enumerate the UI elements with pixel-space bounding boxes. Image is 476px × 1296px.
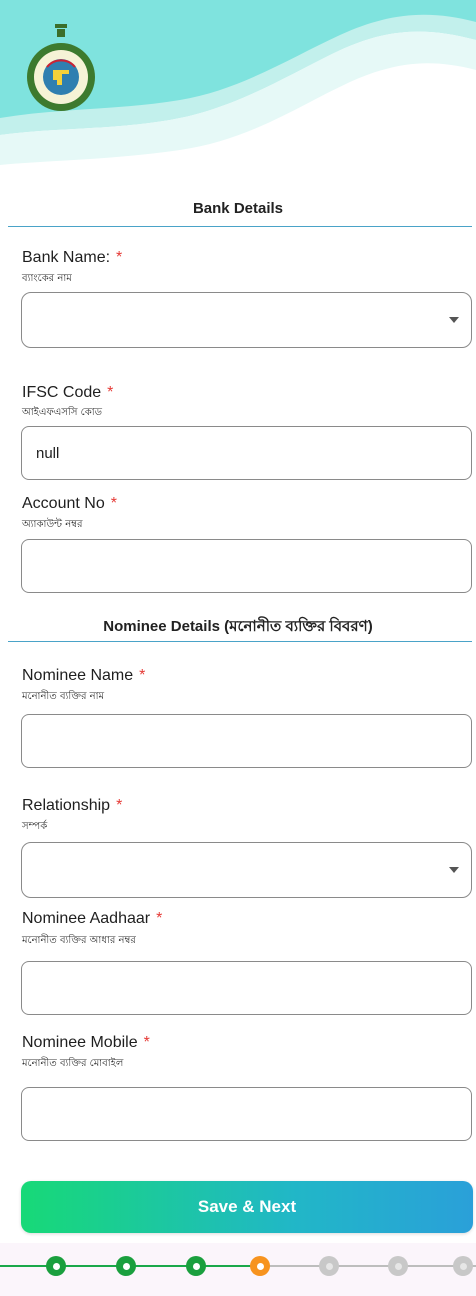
nominee-aadhaar-label: Nominee Aadhaar * (22, 910, 162, 928)
required-mark: * (116, 249, 123, 266)
ifsc-input[interactable]: null (21, 426, 472, 480)
account-no-label: Account No * (22, 495, 117, 513)
stepper-step-1 (46, 1256, 66, 1276)
bank-name-sublabel: ব্যাংকের নাম (22, 273, 72, 284)
section-divider (8, 641, 472, 642)
required-mark: * (156, 910, 163, 927)
stepper-step-3 (186, 1256, 206, 1276)
account-no-label-text: Account No (22, 495, 105, 512)
nominee-name-label: Nominee Name * (22, 667, 145, 685)
header-banner (0, 0, 476, 175)
stepper-step-2 (116, 1256, 136, 1276)
required-mark: * (110, 495, 117, 512)
nominee-name-label-text: Nominee Name (22, 667, 134, 684)
step-dot-icon (192, 1262, 200, 1270)
stepper-step-5 (319, 1256, 339, 1276)
west-bengal-emblem-icon (22, 22, 100, 114)
required-mark: * (107, 384, 114, 401)
relationship-label: Relationship * (22, 797, 122, 815)
ifsc-label: IFSC Code * (22, 384, 113, 402)
ifsc-sublabel: আইএফএসসি কোড (22, 407, 102, 418)
nominee-mobile-sublabel: মনোনীত ব্যক্তির মোবাইল (22, 1058, 124, 1069)
account-no-input[interactable] (21, 539, 472, 593)
nominee-aadhaar-label-text: Nominee Aadhaar (22, 910, 151, 927)
ifsc-value: null (36, 444, 60, 462)
dropdown-arrow-icon (449, 867, 459, 873)
ifsc-label-text: IFSC Code (22, 384, 102, 401)
dropdown-arrow-icon (449, 317, 459, 323)
nominee-name-input[interactable] (21, 714, 472, 768)
relationship-select[interactable] (21, 842, 472, 898)
save-next-button[interactable]: Save & Next (21, 1181, 473, 1233)
nominee-aadhaar-sublabel: মনোনীত ব্যক্তির আধার নম্বর (22, 935, 136, 946)
account-no-sublabel: অ্যাকাউন্ট নম্বর (22, 519, 83, 530)
nominee-name-sublabel: মনোনীত ব্যক্তির নাম (22, 691, 105, 702)
step-dot-icon (325, 1262, 333, 1270)
nominee-mobile-input[interactable] (21, 1087, 472, 1141)
step-dot-icon (122, 1262, 130, 1270)
stepper-line-pending (268, 1265, 476, 1267)
step-dot-icon (394, 1262, 402, 1270)
nominee-mobile-label-text: Nominee Mobile (22, 1034, 138, 1051)
stepper-step-4 (250, 1256, 270, 1276)
bank-name-label-text: Bank Name: (22, 249, 111, 266)
relationship-label-text: Relationship (22, 797, 111, 814)
required-mark: * (139, 667, 146, 684)
nominee-mobile-label: Nominee Mobile * (22, 1034, 150, 1052)
step-dot-icon (256, 1262, 264, 1270)
step-dot-icon (52, 1262, 60, 1270)
stepper-step-7 (453, 1256, 473, 1276)
nominee-details-title: Nominee Details (মনোনীত ব্যক্তির বিবরণ) (103, 618, 373, 635)
bank-details-title: Bank Details (192, 200, 284, 217)
section-divider (8, 226, 472, 227)
stepper-step-6 (388, 1256, 408, 1276)
required-mark: * (143, 1034, 150, 1051)
relationship-sublabel: সম্পর্ক (22, 821, 48, 832)
nominee-aadhaar-input[interactable] (21, 961, 472, 1015)
bank-name-select[interactable] (21, 292, 472, 348)
step-dot-icon (459, 1262, 467, 1270)
required-mark: * (116, 797, 123, 814)
bank-name-label: Bank Name: * (22, 249, 122, 267)
